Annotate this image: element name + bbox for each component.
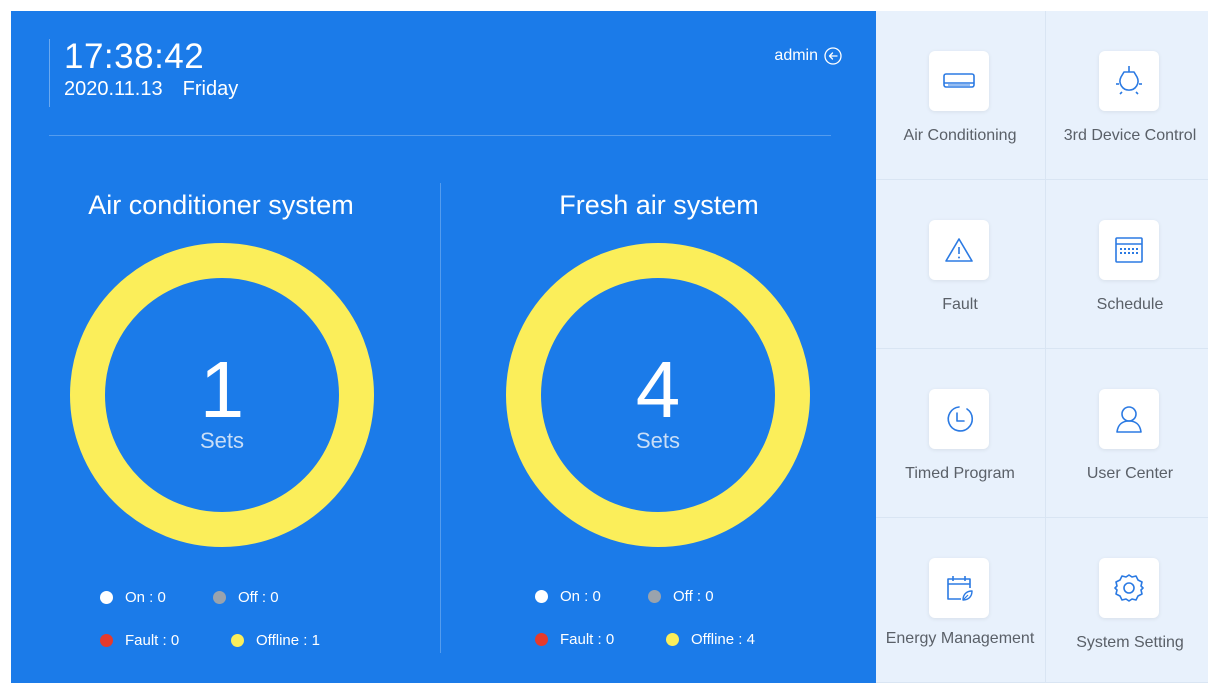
menu-label: 3rd Device Control <box>1063 127 1197 144</box>
fresh-air-system-title: Fresh air system <box>559 190 759 220</box>
datetime-block: 17:38:42 2020.11.13 Friday <box>49 39 238 107</box>
legend-on-label: On : 0 <box>560 587 601 605</box>
offline-dot <box>666 632 679 646</box>
clock: 17:38:42 <box>64 37 205 76</box>
gear-icon <box>1099 558 1159 618</box>
ac-system-legend: On : 0 Off : 0 Fault : 0 Offline : 1 <box>100 587 320 650</box>
menu-label: Air Conditioning <box>903 127 1017 144</box>
offline-dot <box>231 633 244 647</box>
ac-system-title: Air conditioner system <box>88 190 354 220</box>
menu-label: System Setting <box>1076 634 1184 651</box>
clock-icon <box>929 389 989 449</box>
legend-offline-label: Offline : 1 <box>256 631 320 649</box>
on-dot <box>100 590 113 604</box>
legend-on: On : 0 <box>535 588 648 605</box>
date: 2020.11.13 <box>64 78 163 100</box>
legend-fault-label: Fault : 0 <box>125 631 180 649</box>
user-menu[interactable]: admin <box>774 47 842 65</box>
ac-system-ring: 1 Sets <box>70 243 374 547</box>
systems-divider <box>440 183 441 653</box>
fresh-air-system-legend: On : 0 Off : 0 Fault : 0 Offline : 4 <box>535 586 755 649</box>
menu-fault[interactable]: Fault <box>876 180 1046 349</box>
menu-schedule[interactable]: Schedule <box>1046 180 1208 349</box>
energy-calendar-icon <box>929 558 989 618</box>
header-divider <box>49 135 831 136</box>
warning-icon <box>929 220 989 280</box>
light-bulb-icon <box>1099 51 1159 111</box>
legend-on-label: On : 0 <box>125 588 166 606</box>
menu-air-conditioning[interactable]: Air Conditioning <box>876 11 1046 180</box>
username: admin <box>774 47 818 64</box>
legend-off-label: Off : 0 <box>238 588 279 606</box>
legend-offline-label: Offline : 4 <box>691 630 755 648</box>
menu-label: Timed Program <box>905 465 1015 482</box>
on-dot <box>535 589 548 603</box>
ac-system-panel: Air conditioner system <box>56 189 386 221</box>
menu-label: Fault <box>942 296 978 313</box>
fault-dot <box>535 632 548 646</box>
legend-offline: Offline : 4 <box>666 631 755 648</box>
legend-fault-label: Fault : 0 <box>560 630 615 648</box>
legend-on: On : 0 <box>100 589 213 606</box>
air-conditioner-icon <box>929 51 989 111</box>
logout-icon[interactable] <box>824 47 842 65</box>
menu-3rd-device-control[interactable]: 3rd Device Control <box>1046 11 1208 180</box>
legend-offline: Offline : 1 <box>231 632 320 649</box>
ac-system-unit: Sets <box>199 428 245 453</box>
menu-timed-program[interactable]: Timed Program <box>876 349 1046 518</box>
off-dot <box>648 589 661 603</box>
menu-label: Energy Management <box>885 630 1035 647</box>
fault-dot <box>100 633 113 647</box>
fresh-air-system-ring: 4 Sets <box>506 243 810 547</box>
legend-fault: Fault : 0 <box>535 631 666 648</box>
menu-label: User Center <box>1086 465 1174 482</box>
function-menu: Air Conditioning 3rd Device Control Faul… <box>876 11 1208 683</box>
off-dot <box>213 590 226 604</box>
ac-system-count: 1 <box>199 345 245 434</box>
legend-fault: Fault : 0 <box>100 632 231 649</box>
fresh-air-system-count: 4 <box>635 345 681 434</box>
legend-off-label: Off : 0 <box>673 587 714 605</box>
menu-energy-management[interactable]: Energy Management <box>876 518 1046 683</box>
user-icon <box>1099 389 1159 449</box>
menu-label: Schedule <box>1096 296 1164 313</box>
weekday: Friday <box>182 78 239 100</box>
calendar-icon <box>1099 220 1159 280</box>
legend-off: Off : 0 <box>213 589 279 606</box>
fresh-air-system-unit: Sets <box>635 428 681 453</box>
menu-system-setting[interactable]: System Setting <box>1046 518 1208 683</box>
date-line: 2020.11.13 Friday <box>64 77 238 101</box>
fresh-air-system-panel: Fresh air system <box>494 189 824 221</box>
dashboard-panel: 17:38:42 2020.11.13 Friday admin Air cond… <box>11 11 876 683</box>
menu-user-center[interactable]: User Center <box>1046 349 1208 518</box>
legend-off: Off : 0 <box>648 588 714 605</box>
